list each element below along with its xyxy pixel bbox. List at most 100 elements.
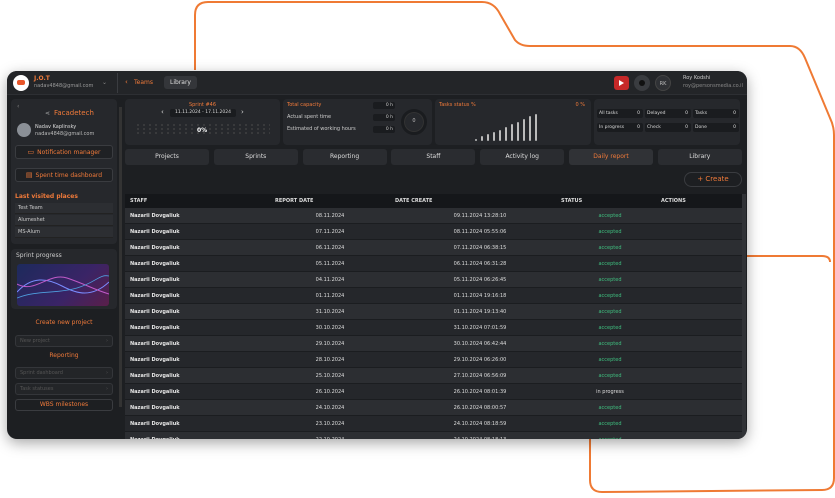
table-row[interactable]: Nazarii Dovgaliuk 26.10.2024 26.10.2024 08… <box>125 384 742 400</box>
breadcrumb-teams[interactable]: Teams <box>134 79 153 86</box>
tab-sprints[interactable]: Sprints <box>213 149 298 165</box>
tasks-status-percent: 0 % <box>575 102 585 108</box>
cell-staff: Nazarii Dovgaliuk <box>130 389 180 395</box>
chevron-left-icon[interactable]: ‹ <box>17 103 19 110</box>
calendar-icon: ▭ <box>27 148 35 156</box>
tab-daily-report[interactable]: Daily report <box>569 149 653 165</box>
avatar[interactable]: RK <box>655 75 671 91</box>
status-bar <box>499 130 501 141</box>
table-row[interactable]: Nazarii Dovgaliuk 22.10.2024 24.10.2024 08… <box>125 432 742 439</box>
notification-manager-button[interactable]: ▭ Notification manager <box>15 145 113 159</box>
column-header-staff[interactable]: STAFF <box>130 198 147 204</box>
table-row[interactable]: Nazarii Dovgaliuk 30.10.2024 31.10.2024 07… <box>125 320 742 336</box>
youtube-icon[interactable] <box>614 76 629 90</box>
table-row[interactable]: Nazarii Dovgaliuk 08.11.2024 09.11.2024 13… <box>125 208 742 224</box>
share-icon[interactable]: ⋖ <box>45 110 50 117</box>
reporting-title[interactable]: Reporting <box>11 352 117 359</box>
cell-date-create: 24.10.2024 08:18:13 <box>395 437 565 439</box>
task-statuses-item[interactable]: Task statuses › <box>15 383 113 395</box>
capacity-total-value: 0 h <box>373 102 395 109</box>
cell-report-date: 01.11.2024 <box>315 293 345 299</box>
new-project-item[interactable]: New project › <box>15 335 113 347</box>
breadcrumb-current: Library <box>164 76 197 89</box>
chevron-down-icon[interactable]: ⌄ <box>102 79 107 86</box>
org-logo[interactable] <box>13 75 29 91</box>
tab-reporting[interactable]: Reporting <box>302 149 387 165</box>
top-bar: J.O.T nadav4848@gmail.com ⌄ ‹ Teams Libr… <box>7 71 747 95</box>
record-icon[interactable] <box>634 75 650 91</box>
user-name[interactable]: Roy Kodshi <box>683 75 710 81</box>
new-project-label: New project <box>20 338 50 344</box>
tab-projects[interactable]: Projects <box>125 149 209 165</box>
last-visited-item[interactable]: Alumeshet <box>15 215 113 226</box>
cell-status: accepted <box>598 309 622 315</box>
table-row[interactable]: Nazarii Dovgaliuk 06.11.2024 07.11.2024 06… <box>125 240 742 256</box>
table-row[interactable]: Nazarii Dovgaliuk 24.10.2024 26.10.2024 08… <box>125 400 742 416</box>
cell-status: accepted <box>598 373 622 379</box>
cell-staff: Nazarii Dovgaliuk <box>130 421 180 427</box>
avatar <box>17 123 31 137</box>
table-row[interactable]: Nazarii Dovgaliuk 05.11.2024 06.11.2024 06… <box>125 256 742 272</box>
cell-report-date: 29.10.2024 <box>315 341 345 347</box>
create-label: Create <box>705 175 729 183</box>
chevron-right-icon[interactable]: › <box>241 108 244 116</box>
counter-label: Check <box>647 125 661 130</box>
cell-date-create: 07.11.2024 06:38:15 <box>453 245 507 251</box>
cell-date-create: 24.10.2024 08:18:59 <box>453 421 507 427</box>
org-name[interactable]: J.O.T <box>34 75 50 82</box>
cell-staff: Nazarii Dovgaliuk <box>130 437 180 439</box>
counter-all-tasks: All tasks 0 <box>597 109 643 118</box>
cell-date-create: 30.10.2024 06:42:44 <box>453 341 507 347</box>
cell-staff: Nazarii Dovgaliuk <box>130 357 180 363</box>
wbs-milestones-button[interactable]: WBS milestones <box>15 399 113 411</box>
sprint-date-range[interactable]: 11.11.2024 - 17.11.2024 <box>170 109 236 117</box>
sidebar-scrollbar[interactable] <box>119 107 122 407</box>
table-row[interactable]: Nazarii Dovgaliuk 01.11.2024 01.11.2024 19… <box>125 288 742 304</box>
tasks-status-panel: Tasks status % 0 % <box>435 99 591 145</box>
create-new-project-button[interactable]: Create new project <box>11 319 117 326</box>
cell-date-create: 06.11.2024 06:31:28 <box>453 261 507 267</box>
column-header-report-date[interactable]: REPORT DATE <box>275 198 313 204</box>
table-row[interactable]: Nazarii Dovgaliuk 28.10.2024 29.10.2024 06… <box>125 352 742 368</box>
task-counters-panel: All tasks 0 Delayed 0 Tasks 0 In progress 0 … <box>594 99 740 145</box>
chevron-left-icon[interactable]: ‹ <box>161 108 164 116</box>
table-header: STAFF REPORT DATE DATE CREATE STATUS ACT… <box>125 194 742 208</box>
counter-value: 0 <box>637 111 640 116</box>
cell-status: accepted <box>598 341 622 347</box>
status-bar <box>487 134 489 141</box>
create-button[interactable]: + Create <box>684 172 742 187</box>
tab-staff[interactable]: Staff <box>391 149 476 165</box>
counter-label: Delayed <box>647 111 666 116</box>
tab-activity-log[interactable]: Activity log <box>480 149 565 165</box>
column-header-date-create[interactable]: DATE CREATE <box>395 198 432 204</box>
cell-staff: Nazarii Dovgaliuk <box>130 245 180 251</box>
table-row[interactable]: Nazarii Dovgaliuk 25.10.2024 27.10.2024 06… <box>125 368 742 384</box>
table-row[interactable]: Nazarii Dovgaliuk 29.10.2024 30.10.2024 06… <box>125 336 742 352</box>
sprint-dashboard-label: Sprint dashboard <box>20 370 63 376</box>
cell-staff: Nazarii Dovgaliuk <box>130 341 180 347</box>
spent-time-dashboard-button[interactable]: ▤ Spent time dashboard <box>15 168 113 182</box>
table-scrollbar[interactable] <box>742 194 746 439</box>
user-email: roy@personsmedia.co.il <box>683 83 743 89</box>
table-row[interactable]: Nazarii Dovgaliuk 07.11.2024 08.11.2024 05… <box>125 224 742 240</box>
last-visited-item[interactable]: Test Team <box>15 203 113 214</box>
cell-date-create: 26.10.2024 08:01:39 <box>453 389 507 395</box>
cell-date-create: 27.10.2024 06:56:09 <box>453 373 507 379</box>
sprint-dashboard-item[interactable]: Sprint dashboard › <box>15 367 113 379</box>
org-email: nadav4848@gmail.com <box>34 83 94 89</box>
chart-icon: ▤ <box>25 171 33 179</box>
chevron-left-icon[interactable]: ‹ <box>125 78 128 86</box>
last-visited-item[interactable]: MS-Alum <box>15 227 113 238</box>
table-row[interactable]: Nazarii Dovgaliuk 23.10.2024 24.10.2024 08… <box>125 416 742 432</box>
status-bar <box>481 136 483 141</box>
status-bar <box>511 124 513 141</box>
sidebar-user-email: nadav4848@gmail.com <box>35 131 95 137</box>
tab-library[interactable]: Library <box>657 149 742 165</box>
counter-value: 0 <box>685 111 688 116</box>
cell-status: accepted <box>598 357 622 363</box>
table-row[interactable]: Nazarii Dovgaliuk 31.10.2024 01.11.2024 19… <box>125 304 742 320</box>
table-row[interactable]: Nazarii Dovgaliuk 04.11.2024 05.11.2024 06… <box>125 272 742 288</box>
cell-status: accepted <box>598 421 622 427</box>
last-visited-title: Last visited places <box>15 193 78 200</box>
column-header-status[interactable]: STATUS <box>561 198 582 204</box>
